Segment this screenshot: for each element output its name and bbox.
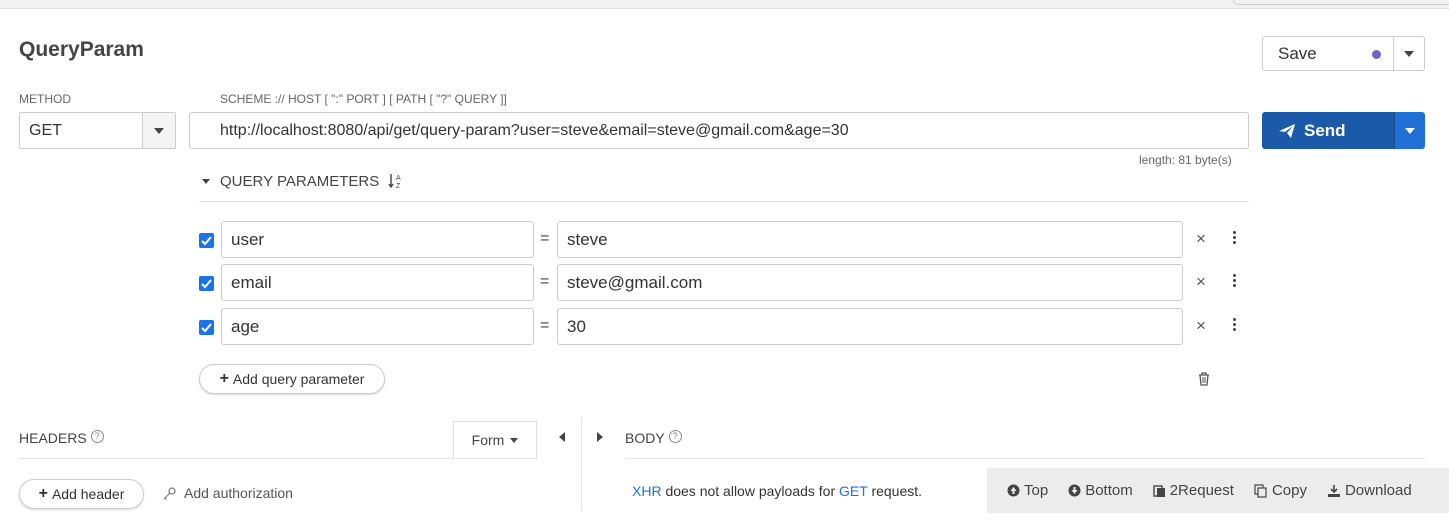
svg-text:Z: Z (396, 183, 401, 190)
to-request-button[interactable]: 2Request (1153, 482, 1234, 499)
query-param-row: user = steve × (199, 221, 1249, 258)
equals-sign: = (540, 317, 550, 334)
help-icon[interactable]: ? (90, 430, 104, 443)
unsaved-indicator (1372, 50, 1381, 59)
form-label: Form (471, 432, 505, 448)
plus-icon: + (219, 370, 229, 387)
arrow-down-circle-icon (1068, 484, 1081, 497)
more-options-icon[interactable] (1233, 274, 1236, 289)
headers-divider (19, 458, 537, 459)
more-options-icon[interactable] (1233, 231, 1236, 246)
param-value-input[interactable]: steve (557, 221, 1183, 258)
headers-section-label: HEADERS? (19, 430, 104, 446)
download-icon (1327, 484, 1340, 497)
url-length: length: 81 byte(s) (1139, 153, 1232, 167)
query-params-divider (199, 201, 1249, 202)
clipboard-icon (1153, 484, 1165, 497)
panel-divider[interactable] (581, 418, 582, 510)
chevron-down-icon (1404, 50, 1414, 57)
copy-button[interactable]: Copy (1254, 482, 1307, 499)
collapse-left-icon[interactable] (559, 432, 565, 442)
collapse-triangle-icon (202, 178, 210, 184)
trash-icon[interactable] (1198, 372, 1210, 386)
plus-icon: + (38, 485, 48, 502)
chevron-down-icon (510, 437, 519, 443)
query-param-row: age = 30 × (199, 308, 1249, 345)
send-dropdown-button[interactable] (1394, 112, 1425, 149)
save-label: Save (1278, 43, 1317, 63)
key-icon (163, 487, 176, 500)
remove-param-button[interactable]: × (1196, 316, 1206, 336)
url-input[interactable]: http://localhost:8080/api/get/query-para… (189, 112, 1249, 149)
method-value: GET (29, 121, 62, 139)
url-hint: SCHEME :// HOST [ ":" PORT ] [ PATH [ "?… (220, 92, 507, 106)
param-enabled-checkbox[interactable] (199, 320, 214, 335)
remove-param-button[interactable]: × (1196, 272, 1206, 292)
note-middle: does not allow payloads for (665, 483, 836, 499)
param-key-input[interactable]: email (221, 264, 534, 301)
send-label: Send (1304, 120, 1346, 140)
param-value-input[interactable]: 30 (557, 308, 1183, 345)
add-header-button[interactable]: + Add header (19, 479, 144, 509)
send-button-group: Send (1262, 112, 1425, 149)
paper-plane-icon (1279, 123, 1295, 138)
body-section-label: BODY? (625, 430, 682, 446)
note-end: request. (871, 483, 923, 499)
headers-label: HEADERS (19, 430, 87, 446)
chevron-down-icon (1405, 127, 1415, 134)
param-enabled-checkbox[interactable] (199, 233, 214, 248)
query-params-toggle[interactable]: QUERY PARAMETERS A Z (202, 172, 404, 190)
add-query-parameter-label: Add query parameter (232, 371, 365, 387)
request-title[interactable]: QueryParam (19, 38, 144, 62)
param-key-input[interactable]: user (221, 221, 534, 258)
body-note: XHR does not allow payloads for GET requ… (632, 483, 922, 499)
save-dropdown-button[interactable] (1393, 37, 1424, 70)
send-button[interactable]: Send (1262, 112, 1394, 149)
svg-text:A: A (396, 175, 401, 182)
add-query-parameter-button[interactable]: + Add query parameter (199, 364, 385, 394)
param-value-input[interactable]: steve@gmail.com (557, 264, 1183, 301)
sort-alpha-icon[interactable]: A Z (388, 172, 404, 190)
equals-sign: = (540, 273, 550, 290)
add-authorization-link[interactable]: Add authorization (163, 485, 293, 501)
top-strip (0, 0, 1449, 9)
help-icon[interactable]: ? (668, 430, 682, 443)
download-button[interactable]: Download (1327, 482, 1412, 499)
chevron-down-icon (154, 127, 164, 134)
download-label: Download (1344, 482, 1412, 499)
scroll-bottom-button[interactable]: Bottom (1068, 482, 1133, 499)
body-divider (625, 458, 1425, 459)
checkmark-icon (201, 236, 212, 246)
method-dropdown-toggle[interactable] (142, 113, 175, 148)
arrow-up-circle-icon (1007, 484, 1020, 497)
bottom-label: Bottom (1085, 482, 1133, 499)
checkmark-icon (201, 323, 212, 333)
param-key-input[interactable]: age (221, 308, 534, 345)
query-param-row: email = steve@gmail.com × (199, 264, 1249, 301)
checkmark-icon (201, 279, 212, 289)
copy-label: Copy (1271, 482, 1307, 499)
method-keyword: GET (839, 483, 868, 499)
to-request-label: 2Request (1169, 482, 1234, 499)
method-select[interactable]: GET (19, 112, 176, 149)
more-options-icon[interactable] (1233, 318, 1236, 333)
save-button-group: Save (1262, 36, 1425, 71)
remove-param-button[interactable]: × (1196, 229, 1206, 249)
copy-icon (1254, 483, 1267, 498)
top-label: Top (1024, 482, 1049, 499)
bottom-toolbar: Top Bottom 2Request Copy Download (987, 468, 1449, 513)
save-button[interactable]: Save (1263, 37, 1393, 70)
body-label: BODY (625, 430, 665, 446)
method-label: METHOD (19, 92, 71, 106)
headers-form-dropdown[interactable]: Form (453, 421, 537, 458)
param-enabled-checkbox[interactable] (199, 276, 214, 291)
xhr-link[interactable]: XHR (632, 483, 662, 499)
add-authorization-label: Add authorization (184, 485, 293, 501)
top-strip-tab (1233, 0, 1449, 5)
equals-sign: = (540, 230, 550, 247)
add-header-label: Add header (51, 486, 125, 502)
scroll-top-button[interactable]: Top (1007, 482, 1048, 499)
query-params-header: QUERY PARAMETERS (220, 172, 380, 190)
collapse-right-icon[interactable] (597, 432, 603, 442)
